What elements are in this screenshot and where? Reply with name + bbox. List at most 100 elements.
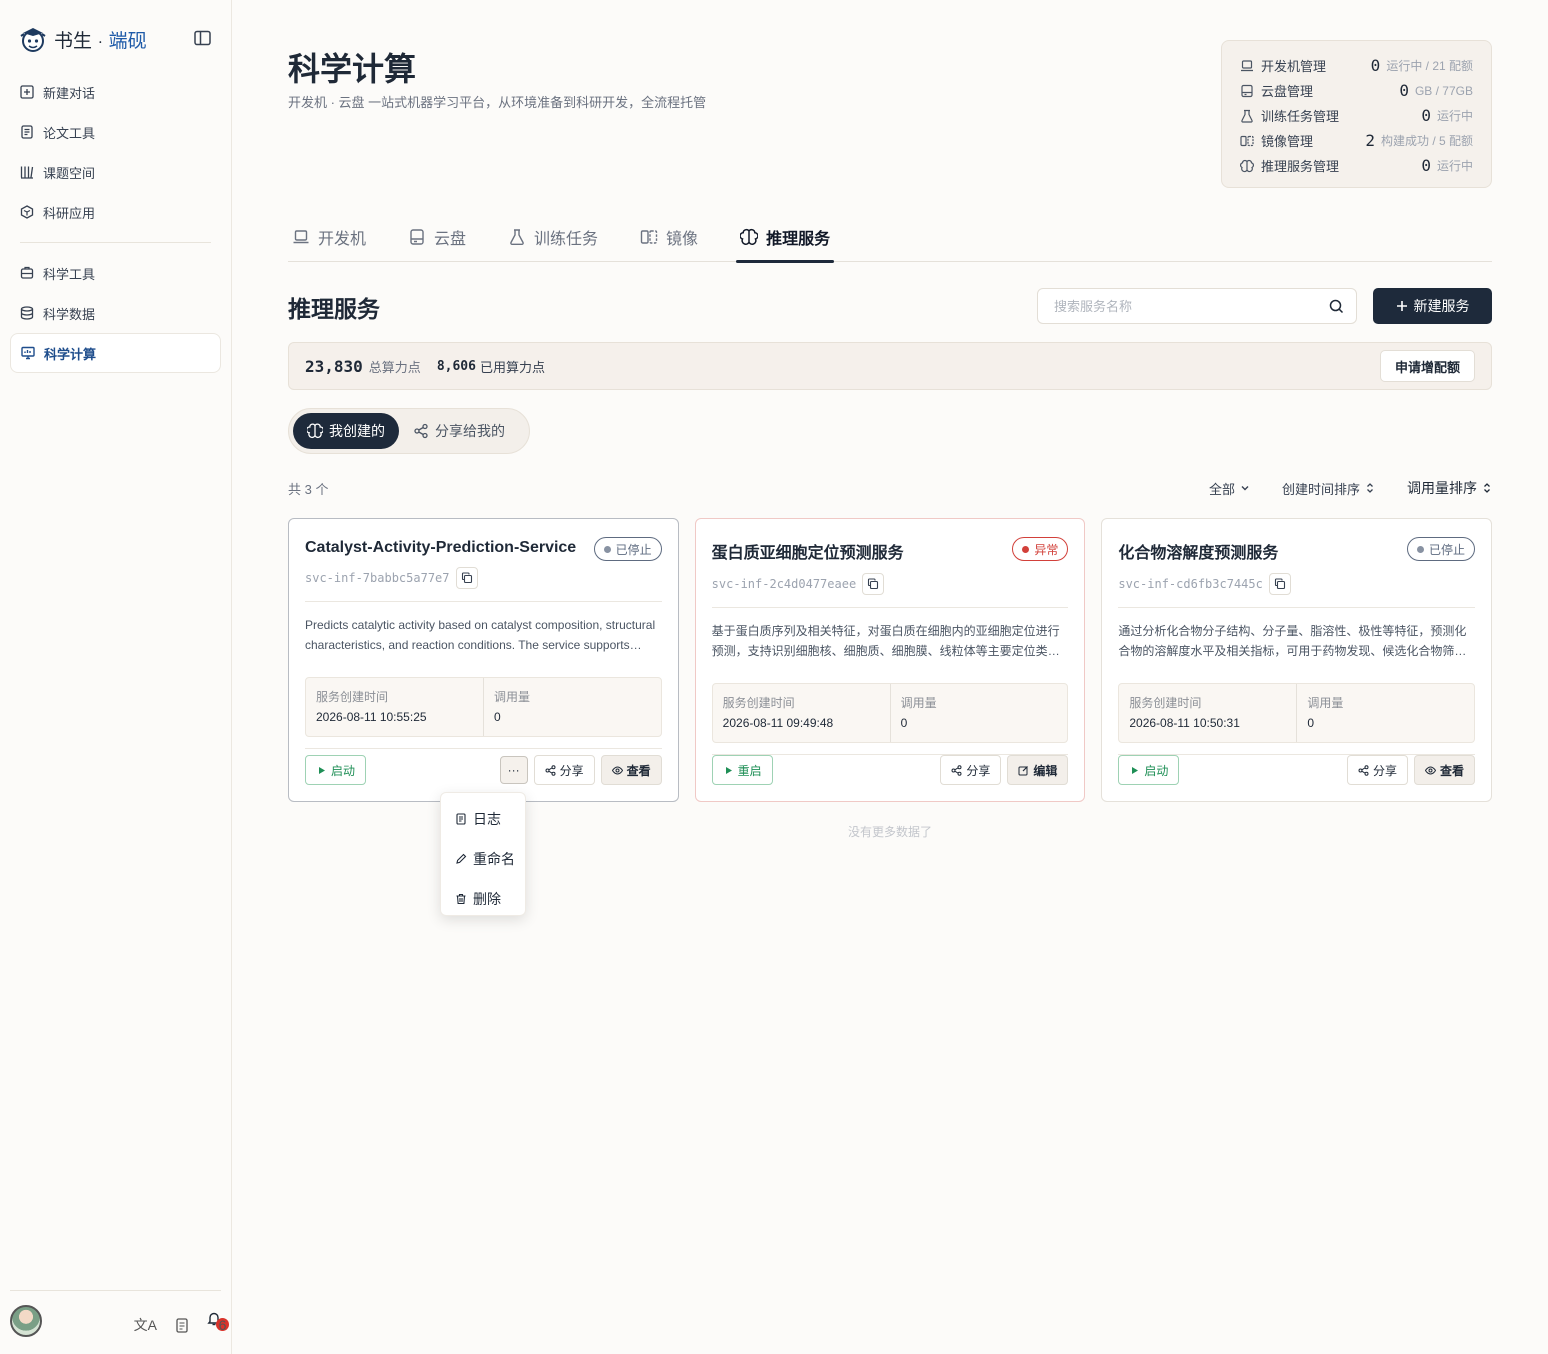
sidebar-footer: 文A 6 [10, 1290, 229, 1354]
scholar-logo-icon [20, 28, 46, 52]
share-button[interactable]: 分享 [940, 755, 1002, 785]
sidebar-item-science-data[interactable]: 科学数据 [10, 293, 221, 333]
status-dot [1022, 545, 1030, 553]
menu-item-logs[interactable]: 日志 [441, 799, 525, 839]
tab-training-jobs[interactable]: 训练任务 [504, 212, 602, 262]
plus-square-icon [20, 85, 34, 99]
database-icon [20, 306, 34, 320]
play-icon [725, 766, 732, 774]
logo[interactable]: 书生 · 端砚 [18, 24, 147, 54]
created-value: 2026-08-11 10:55:25 [316, 710, 427, 724]
copy-id-button[interactable] [862, 573, 885, 595]
used-compute-value: 8,606 [436, 358, 476, 374]
stat-dev-machine[interactable]: 开发机管理 0 运行中 / 21 配额 [1240, 53, 1473, 78]
sort-by-created[interactable]: 创建时间排序 [1282, 478, 1375, 498]
stat-inference-services[interactable]: 推理服务管理 0 运行中 [1240, 153, 1473, 178]
avatar[interactable] [10, 1305, 42, 1337]
result-count: 共 3 个 [288, 482, 329, 497]
sort-by-calls[interactable]: 调用量排序 [1407, 478, 1492, 498]
bell-icon[interactable]: 6 [207, 1311, 229, 1339]
menu-item-rename[interactable]: 重命名 [441, 839, 525, 879]
copy-icon [1274, 578, 1285, 590]
tab-images[interactable]: 镜像 [636, 212, 702, 262]
card-actions: 启动 ··· 分享 查看 [305, 755, 662, 785]
calls-label: 调用量 [494, 690, 531, 704]
sidebar-item-project-space[interactable]: 课题空间 [10, 152, 221, 192]
sidebar-item-new-chat[interactable]: 新建对话 [10, 72, 221, 112]
status-dot [603, 545, 611, 553]
edit-button[interactable]: 编辑 [1007, 755, 1069, 785]
tab-inference-services[interactable]: 推理服务 [736, 212, 835, 263]
log-file-icon [456, 813, 466, 825]
tab-dev-machine[interactable]: 开发机 [288, 212, 370, 262]
sidebar-item-paper-tools[interactable]: 论文工具 [10, 112, 221, 152]
notification-badge: 6 [216, 1317, 229, 1333]
sidebar-item-science-tools[interactable]: 科学工具 [10, 253, 221, 293]
used-compute-label: 已用算力点 [479, 359, 545, 375]
copy-id-button[interactable] [455, 567, 478, 589]
stat-cloud-disk[interactable]: 云盘管理 0 GB / 77GB [1240, 78, 1473, 103]
service-id: svc-inf-cd6fb3c7445c [1118, 573, 1475, 595]
sidebar-item-science-computing[interactable]: 科学计算 [10, 333, 221, 373]
service-info: 服务创建时间 2026-08-11 10:55:25 调用量 0 [305, 677, 662, 737]
search-input[interactable] [1054, 298, 1329, 314]
apply-quota-button[interactable]: 申请增配额 [1379, 350, 1475, 382]
divider [305, 748, 662, 749]
view-button[interactable]: 查看 [1414, 755, 1476, 785]
segment-shared[interactable]: 分享给我的 [399, 413, 519, 449]
share-icon [414, 423, 428, 439]
view-button[interactable]: 查看 [600, 755, 662, 785]
copy-id-button[interactable] [1268, 573, 1291, 595]
service-description: 基于蛋白质序列及相关特征，对蛋白质在细胞内的亚细胞定位进行预测，支持识别细胞核、… [711, 624, 1060, 658]
restart-button[interactable]: 重启 [711, 755, 773, 785]
search-icon[interactable] [1329, 299, 1344, 314]
sidebar-toggle-icon[interactable] [194, 30, 212, 46]
stat-training-jobs[interactable]: 训练任务管理 0 运行中 [1240, 103, 1473, 128]
calls-label: 调用量 [900, 696, 937, 710]
service-id: svc-inf-7babbc5a77e7 [305, 567, 662, 589]
service-card-list: Catalyst-Activity-Prediction-Service 已停止… [288, 518, 1493, 802]
edit-icon [1018, 765, 1029, 775]
play-icon [319, 766, 325, 774]
calls-value: 0 [1307, 716, 1315, 730]
service-card[interactable]: 蛋白质亚细胞定位预测服务 异常 svc-inf-2c4d0477eaee 基于蛋… [694, 518, 1086, 802]
share-button[interactable]: 分享 [533, 755, 595, 785]
sidebar-item-research-apps[interactable]: 科研应用 [10, 192, 221, 232]
sidebar-item-label: 科学数据 [43, 306, 96, 322]
sidebar: 书生 · 端砚 新建对话 论文工具 课题空间 科研应用 科学工具 科学数据 科学… [0, 0, 232, 1354]
service-name: 化合物溶解度预测服务 [1118, 545, 1279, 562]
toolbox-icon [20, 266, 34, 279]
start-button[interactable]: 启动 [1118, 755, 1180, 785]
more-actions-button[interactable]: ··· [499, 756, 528, 784]
created-value: 2026-08-11 09:49:48 [722, 716, 834, 730]
hard-drive-icon [1241, 84, 1253, 97]
trash-icon [456, 893, 466, 905]
service-card[interactable]: Catalyst-Activity-Prediction-Service 已停止… [288, 518, 679, 802]
card-actions: 启动 分享 查看 [1118, 755, 1476, 785]
language-icon[interactable]: 文A [134, 1315, 157, 1335]
share-button[interactable]: 分享 [1346, 755, 1408, 785]
section-title: 推理服务 [288, 296, 380, 323]
new-service-button[interactable]: 新建服务 [1373, 288, 1492, 324]
share-icon [951, 764, 962, 776]
sidebar-nav: 新建对话 论文工具 课题空间 科研应用 科学工具 科学数据 科学计算 [10, 72, 221, 373]
eye-icon [611, 765, 623, 775]
service-card[interactable]: 化合物溶解度预测服务 已停止 svc-inf-cd6fb3c7445c 通过分析… [1101, 518, 1493, 802]
mirror-icon [640, 230, 658, 244]
menu-item-delete[interactable]: 删除 [441, 879, 525, 919]
laptop-icon [293, 230, 309, 244]
card-actions: 重启 分享 编辑 [711, 755, 1069, 785]
start-button[interactable]: 启动 [305, 755, 367, 785]
stat-images[interactable]: 镜像管理 2 构建成功 / 5 配额 [1240, 128, 1473, 153]
no-more-data: 没有更多数据了 [848, 825, 933, 839]
segment-mine[interactable]: 我创建的 [293, 413, 399, 449]
created-label: 服务创建时间 [316, 690, 389, 704]
tab-cloud-disk[interactable]: 云盘 [404, 212, 470, 262]
divider [1118, 607, 1476, 608]
docs-icon[interactable] [175, 1317, 189, 1333]
page-subtitle: 开发机 · 云盘 一站式机器学习平台，从环境准备到科研开发，全流程托管 [288, 95, 707, 110]
quota-bar: 23,830 总算力点 8,606 已用算力点 申请增配额 [288, 342, 1492, 390]
resource-summary: 开发机管理 0 运行中 / 21 配额 云盘管理 0 GB / 77GB 训练任… [1221, 40, 1492, 188]
status-badge: 已停止 [1407, 537, 1476, 561]
status-filter-dropdown[interactable]: 全部 [1209, 478, 1250, 498]
